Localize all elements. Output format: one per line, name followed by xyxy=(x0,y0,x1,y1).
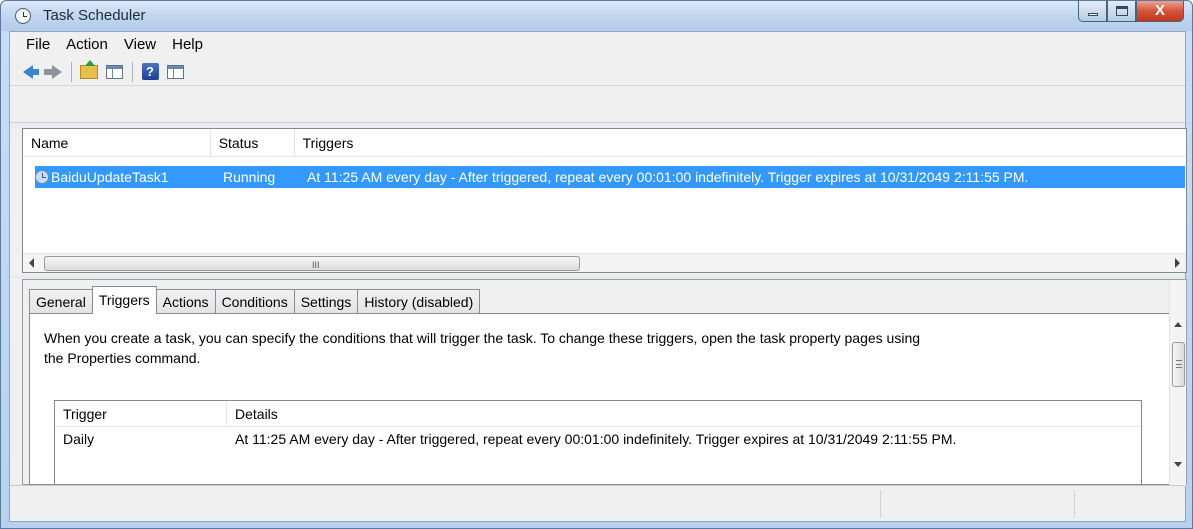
caption-buttons: X xyxy=(1078,1,1184,22)
client-area: File Action View Help ? Name Status Trig… xyxy=(9,31,1187,522)
maximize-button[interactable] xyxy=(1107,1,1136,22)
column-header-details[interactable]: Details xyxy=(227,401,1141,426)
menu-action[interactable]: Action xyxy=(58,32,116,58)
toolbar-separator xyxy=(71,61,72,82)
task-scheduler-window: Task Scheduler X File Action View Help ? xyxy=(0,0,1193,529)
back-button[interactable] xyxy=(16,61,40,83)
tab-general[interactable]: General xyxy=(29,289,93,314)
help-icon: ? xyxy=(141,63,159,80)
toolbar: ? xyxy=(10,58,1185,86)
scrollbar-grip-icon xyxy=(1176,360,1182,368)
clock-icon xyxy=(15,8,31,24)
toolbar-separator xyxy=(132,61,133,82)
menu-help[interactable]: Help xyxy=(164,32,211,58)
scrollbar-grip: III xyxy=(312,260,320,270)
task-list-header: Name Status Triggers xyxy=(23,129,1186,157)
tab-conditions[interactable]: Conditions xyxy=(214,289,295,314)
help-button[interactable]: ? xyxy=(138,61,162,83)
status-segment-divider xyxy=(880,490,881,518)
task-status: Running xyxy=(223,169,276,185)
scroll-up-icon[interactable] xyxy=(1174,322,1182,327)
maximize-icon xyxy=(1116,6,1128,16)
task-clock-icon xyxy=(35,170,49,184)
minimize-button[interactable] xyxy=(1078,1,1107,22)
scrollbar-thumb[interactable]: III xyxy=(44,256,580,271)
tab-history[interactable]: History (disabled) xyxy=(357,289,481,314)
triggers-table-header: Trigger Details xyxy=(55,401,1141,427)
forward-button[interactable] xyxy=(41,61,65,83)
show-hide-console-tree-button[interactable] xyxy=(102,61,126,83)
status-segment-divider xyxy=(1074,490,1075,518)
task-name: BaiduUpdateTask1 xyxy=(51,169,169,185)
status-bar xyxy=(10,485,1185,521)
menu-file[interactable]: File xyxy=(18,32,58,58)
task-triggers: At 11:25 AM every day - After triggered,… xyxy=(307,169,1029,185)
up-one-level-button[interactable] xyxy=(77,59,101,83)
column-header-name[interactable]: Name xyxy=(23,129,211,157)
back-icon xyxy=(23,64,39,79)
action-pane-icon xyxy=(166,64,184,79)
detail-vertical-scrollbar[interactable] xyxy=(1169,280,1186,486)
tab-triggers[interactable]: Triggers xyxy=(91,286,157,314)
forward-icon xyxy=(44,64,62,79)
show-hide-pane-icon xyxy=(105,64,123,79)
triggers-description: When you create a task, you can specify … xyxy=(44,328,1144,368)
minimize-icon xyxy=(1088,13,1098,16)
detail-tabs: General Triggers Actions Conditions Sett… xyxy=(29,286,481,314)
tab-settings[interactable]: Settings xyxy=(293,289,359,314)
triggers-description-line-2: the Properties command. xyxy=(44,350,201,366)
scroll-left-icon[interactable] xyxy=(29,258,34,268)
tab-actions[interactable]: Actions xyxy=(155,289,216,314)
task-row[interactable]: BaiduUpdateTask1 Running At 11:25 AM eve… xyxy=(35,166,1185,188)
close-button[interactable]: X xyxy=(1136,1,1184,22)
task-list: Name Status Triggers BaiduUpdateTask1 Ru… xyxy=(22,128,1187,273)
task-detail-pane: General Triggers Actions Conditions Sett… xyxy=(22,279,1187,486)
scroll-right-icon[interactable] xyxy=(1175,258,1180,268)
vertical-scrollbar-thumb[interactable] xyxy=(1172,342,1185,387)
menu-bar: File Action View Help xyxy=(10,32,1185,58)
column-header-triggers[interactable]: Triggers xyxy=(295,129,1186,157)
triggers-table: Trigger Details Daily At 11:25 AM every … xyxy=(54,400,1142,484)
show-hide-action-pane-button[interactable] xyxy=(163,61,187,83)
window-title: Task Scheduler xyxy=(43,7,146,24)
triggers-description-line-1: When you create a task, you can specify … xyxy=(44,330,921,346)
scroll-down-icon[interactable] xyxy=(1174,462,1182,467)
triggers-tab-body: When you create a task, you can specify … xyxy=(29,313,1171,485)
folder-up-icon xyxy=(80,59,98,79)
title-bar[interactable]: Task Scheduler X xyxy=(1,1,1192,31)
menu-view[interactable]: View xyxy=(116,32,164,58)
table-row[interactable]: Daily At 11:25 AM every day - After trig… xyxy=(55,427,1141,451)
trigger-details: At 11:25 AM every day - After triggered,… xyxy=(235,431,957,447)
column-header-status[interactable]: Status xyxy=(211,129,295,157)
trigger-type: Daily xyxy=(63,431,95,447)
column-header-trigger[interactable]: Trigger xyxy=(55,401,227,426)
task-list-horizontal-scrollbar[interactable]: III xyxy=(23,253,1186,272)
